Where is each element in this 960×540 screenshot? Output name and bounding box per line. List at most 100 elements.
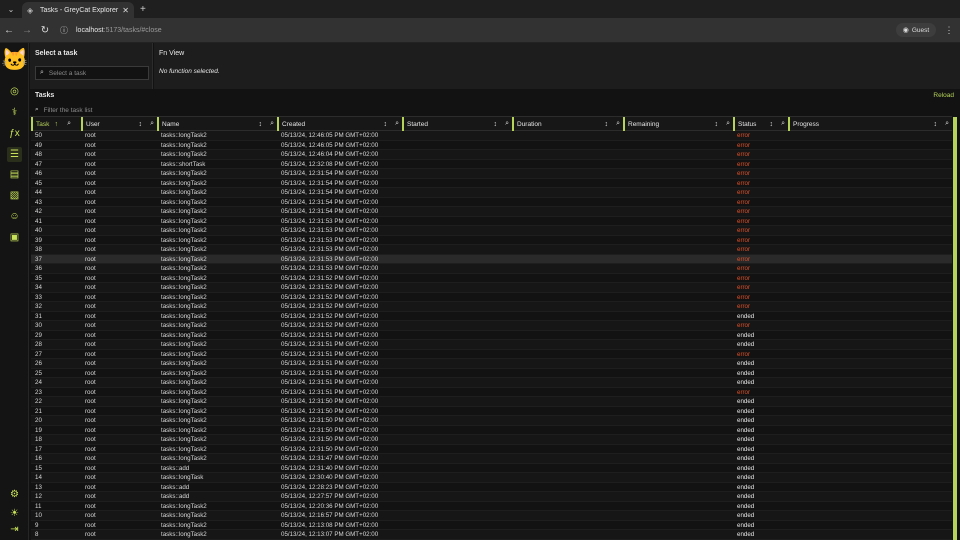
column-search-icon[interactable]: ⌕: [945, 120, 949, 128]
column-search-icon[interactable]: ⌕: [67, 120, 71, 128]
forward-icon[interactable]: →: [18, 25, 36, 36]
table-row[interactable]: 16 root tasks::longTask2 05/13/24, 12:31:47…: [31, 454, 952, 464]
table-row[interactable]: 18 root tasks::longTask2 05/13/24, 12:31:50…: [31, 435, 952, 445]
column-search-icon[interactable]: ⌕: [726, 120, 730, 128]
tab-search-chevron-icon[interactable]: ⌄: [0, 5, 22, 14]
close-tab-icon[interactable]: ✕: [122, 6, 129, 15]
new-tab-icon[interactable]: +: [140, 4, 146, 15]
browser-menu-icon[interactable]: ⋮: [942, 25, 956, 36]
theme-icon[interactable]: ☀: [7, 506, 22, 521]
table-row[interactable]: 34 root tasks::longTask2 05/13/24, 12:31:52…: [31, 283, 952, 293]
logout-icon[interactable]: ⇥: [7, 522, 22, 537]
table-row[interactable]: 30 root tasks::longTask2 05/13/24, 12:31:52…: [31, 321, 952, 331]
table-row[interactable]: 24 root tasks::longTask2 05/13/24, 12:31:51…: [31, 378, 952, 388]
table-row[interactable]: 50 root tasks::longTask2 05/13/24, 12:46:05…: [31, 131, 952, 141]
functions-icon[interactable]: ƒx: [7, 126, 22, 141]
table-row[interactable]: 38 root tasks::longTask2 05/13/24, 12:31:53…: [31, 245, 952, 255]
column-search-icon[interactable]: ⌕: [270, 120, 274, 128]
users-icon[interactable]: ☺: [7, 209, 22, 224]
column-header-user[interactable]: User ↕ ⌕: [81, 117, 157, 131]
column-search-icon[interactable]: ⌕: [395, 120, 399, 128]
table-row[interactable]: 21 root tasks::longTask2 05/13/24, 12:31:50…: [31, 407, 952, 416]
sort-icon[interactable]: ↕: [934, 121, 938, 128]
table-row[interactable]: 46 root tasks::longTask2 05/13/24, 12:31:54…: [31, 169, 952, 179]
sort-icon[interactable]: ↕: [139, 121, 143, 128]
column-header-duration[interactable]: Duration ↕ ⌕: [512, 117, 623, 131]
url-field[interactable]: ⓘ localhost:5173/tasks/#close: [60, 25, 896, 36]
table-row[interactable]: 15 root tasks::add 05/13/24, 12:31:40 PM GM…: [31, 464, 952, 473]
cell-remaining: [623, 359, 733, 368]
cell-name: tasks::longTask2: [161, 531, 207, 538]
table-row[interactable]: 41 root tasks::longTask2 05/13/24, 12:31:53…: [31, 217, 952, 226]
table-row[interactable]: 19 root tasks::longTask2 05/13/24, 12:31:50…: [31, 426, 952, 435]
column-search-icon[interactable]: ⌕: [781, 120, 785, 128]
column-search-icon[interactable]: ⌕: [150, 120, 154, 128]
table-row[interactable]: 47 root tasks::shortTask 05/13/24, 12:32:08…: [31, 160, 952, 169]
reload-page-icon[interactable]: ↻: [36, 25, 54, 36]
tasks-icon[interactable]: ☰: [7, 147, 22, 162]
sort-icon[interactable]: ↕: [259, 121, 263, 128]
sort-icon[interactable]: ↕: [494, 121, 498, 128]
table-row[interactable]: 12 root tasks::add 05/13/24, 12:27:57 PM GM…: [31, 492, 952, 502]
sort-icon[interactable]: ↕: [384, 121, 388, 128]
table-row[interactable]: 32 root tasks::longTask2 05/13/24, 12:31:52…: [31, 302, 952, 312]
table-row[interactable]: 29 root tasks::longTask2 05/13/24, 12:31:51…: [31, 331, 952, 340]
table-row[interactable]: 36 root tasks::longTask2 05/13/24, 12:31:53…: [31, 264, 952, 274]
cell-remaining: [623, 483, 733, 492]
table-row[interactable]: 42 root tasks::longTask2 05/13/24, 12:31:54…: [31, 207, 952, 217]
table-row[interactable]: 40 root tasks::longTask2 05/13/24, 12:31:53…: [31, 226, 952, 236]
browser-tab[interactable]: ◈ Tasks - GreyCat Explorer ✕: [22, 2, 134, 18]
column-header-name[interactable]: Name ↕ ⌕: [157, 117, 277, 131]
table-row[interactable]: 37 root tasks::longTask2 05/13/24, 12:31:53…: [31, 254, 952, 264]
table-row[interactable]: 45 root tasks::longTask2 05/13/24, 12:31:54…: [31, 179, 952, 188]
sort-icon[interactable]: ↕: [605, 121, 609, 128]
column-header-started[interactable]: Started ↕ ⌕: [402, 117, 512, 131]
column-header-created[interactable]: Created ↕ ⌕: [277, 117, 402, 131]
table-row[interactable]: 25 root tasks::longTask2 05/13/24, 12:31:51…: [31, 369, 952, 378]
dashboard-icon[interactable]: ◎: [7, 84, 22, 99]
column-search-icon[interactable]: ⌕: [616, 120, 620, 128]
column-header-progress[interactable]: Progress ↕ ⌕: [788, 117, 952, 131]
sort-asc-icon[interactable]: ↑: [55, 121, 59, 128]
settings-icon[interactable]: ⚙: [7, 487, 22, 502]
table-row[interactable]: 49 root tasks::longTask2 05/13/24, 12:46:05…: [31, 141, 952, 150]
column-header-status[interactable]: Status ↕ ⌕: [733, 117, 788, 131]
graph-icon[interactable]: ⚕: [7, 105, 22, 120]
reload-button[interactable]: Reload: [933, 92, 954, 99]
table-row[interactable]: 33 root tasks::longTask2 05/13/24, 12:31:52…: [31, 293, 952, 302]
table-row[interactable]: 43 root tasks::longTask2 05/13/24, 12:31:54…: [31, 198, 952, 207]
table-row[interactable]: 10 root tasks::longTask2 05/13/24, 12:16:57…: [31, 511, 952, 521]
table-row[interactable]: 48 root tasks::longTask2 05/13/24, 12:46:04…: [31, 150, 952, 160]
table-row[interactable]: 44 root tasks::longTask2 05/13/24, 12:31:54…: [31, 188, 952, 198]
table-row[interactable]: 35 root tasks::longTask2 05/13/24, 12:31:52…: [31, 274, 952, 283]
backup-icon[interactable]: ▣: [7, 230, 22, 245]
table-row[interactable]: 26 root tasks::longTask2 05/13/24, 12:31:51…: [31, 359, 952, 369]
profile-button[interactable]: ◉ Guest: [896, 23, 936, 37]
files-icon[interactable]: ▤: [7, 167, 22, 182]
table-row[interactable]: 27 root tasks::longTask2 05/13/24, 12:31:51…: [31, 350, 952, 359]
sort-icon[interactable]: ↕: [715, 121, 719, 128]
table-row[interactable]: 28 root tasks::longTask2 05/13/24, 12:31:51…: [31, 340, 952, 350]
table-row[interactable]: 8 root tasks::longTask2 05/13/24, 12:13:07 …: [31, 530, 952, 540]
sort-icon[interactable]: ↕: [770, 121, 774, 128]
column-header-task[interactable]: Task ↑ ⌕: [31, 117, 81, 131]
table-row[interactable]: 17 root tasks::longTask2 05/13/24, 12:31:50…: [31, 445, 952, 454]
table-row[interactable]: 13 root tasks::add 05/13/24, 12:28:23 PM GM…: [31, 483, 952, 492]
table-row[interactable]: 22 root tasks::longTask2 05/13/24, 12:31:50…: [31, 397, 952, 407]
table-row[interactable]: 9 root tasks::longTask2 05/13/24, 12:13:08 …: [31, 521, 952, 530]
table-scrollbar[interactable]: [953, 117, 957, 540]
filter-task-input[interactable]: ⌕ Filter the task list: [30, 104, 952, 117]
table-row[interactable]: 14 root tasks::longTask 05/13/24, 12:30:40 …: [31, 473, 952, 483]
table-row[interactable]: 23 root tasks::longTask2 05/13/24, 12:31:51…: [31, 388, 952, 397]
table-row[interactable]: 20 root tasks::longTask2 05/13/24, 12:31:50…: [31, 416, 952, 426]
documents-icon[interactable]: ▧: [7, 188, 22, 203]
column-header-remaining[interactable]: Remaining ↕ ⌕: [623, 117, 733, 131]
site-info-icon[interactable]: ⓘ: [60, 25, 68, 36]
select-task-input[interactable]: ⌕ Select a task: [35, 66, 149, 80]
greycat-logo-icon[interactable]: 🐱: [1, 45, 28, 75]
column-search-icon[interactable]: ⌕: [505, 120, 509, 128]
table-row[interactable]: 11 root tasks::longTask2 05/13/24, 12:20:36…: [31, 502, 952, 511]
table-row[interactable]: 39 root tasks::longTask2 05/13/24, 12:31:53…: [31, 236, 952, 245]
table-row[interactable]: 31 root tasks::longTask2 05/13/24, 12:31:52…: [31, 312, 952, 321]
back-icon[interactable]: ←: [0, 25, 18, 36]
